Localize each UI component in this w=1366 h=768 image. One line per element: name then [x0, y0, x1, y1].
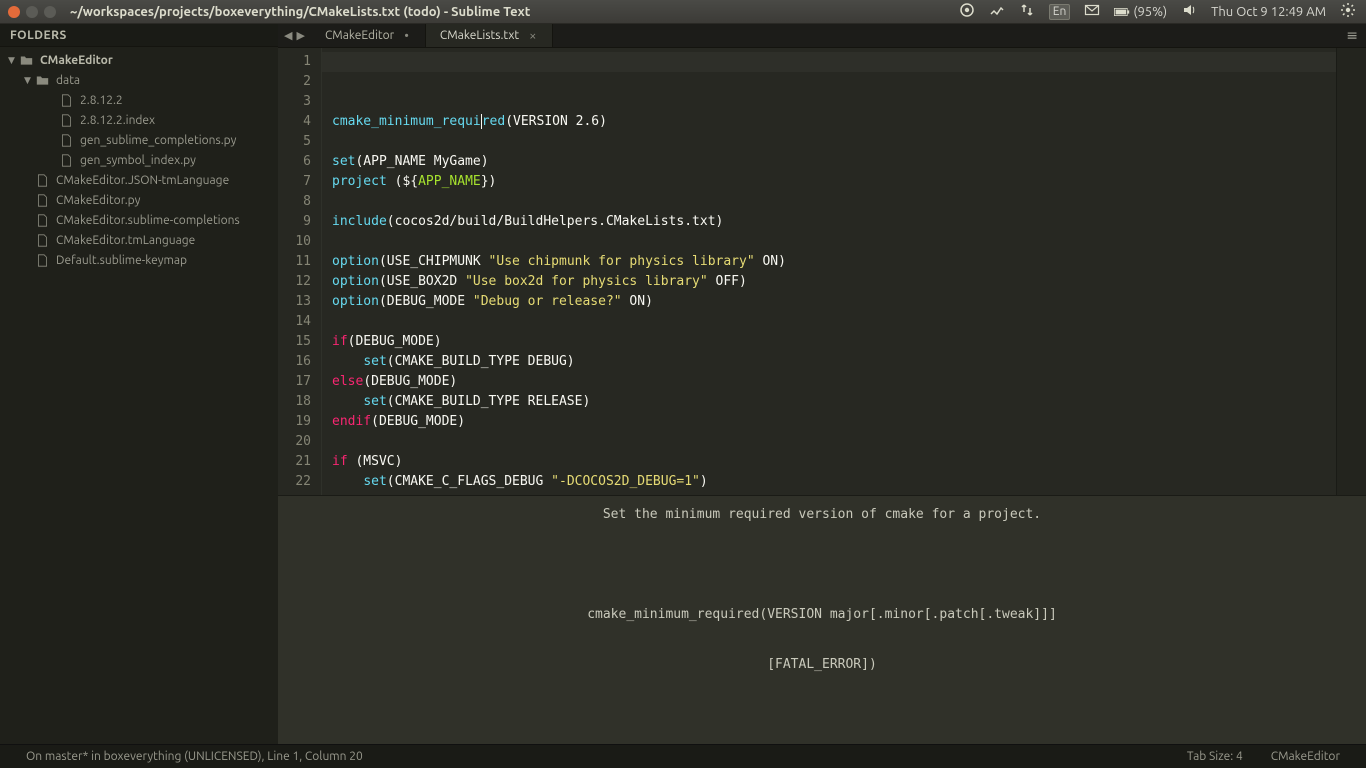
- code-editor[interactable]: 12345678910111213141516171819202122 cmak…: [278, 48, 1366, 495]
- code-line[interactable]: [332, 132, 1336, 152]
- doc-line: [FATAL_ERROR]): [278, 652, 1366, 677]
- dirty-indicator-icon[interactable]: •: [404, 29, 409, 43]
- clock[interactable]: Thu Oct 9 12:49 AM: [1211, 5, 1326, 19]
- file-item[interactable]: CMakeEditor.JSON-tmLanguage: [0, 170, 278, 190]
- tree-label: gen_symbol_index.py: [80, 154, 196, 167]
- disclosure-icon: ▼: [24, 75, 36, 86]
- doc-line: Set the minimum required version of cmak…: [278, 502, 1366, 527]
- file-item[interactable]: Default.sublime-keymap: [0, 250, 278, 270]
- code-line[interactable]: set(CMAKE_C_FLAGS_DEBUG "-DCOCOS2D_DEBUG…: [332, 472, 1336, 492]
- tree-label: 2.8.12.2.index: [80, 114, 155, 127]
- code-line[interactable]: option(USE_CHIPMUNK "Use chipmunk for ph…: [332, 252, 1336, 272]
- file-icon: [36, 174, 52, 187]
- current-line-highlight: [322, 52, 1336, 72]
- system-tray: En (95%) Thu Oct 9 12:49 AM: [949, 2, 1366, 21]
- language-indicator[interactable]: En: [1049, 4, 1071, 20]
- file-item[interactable]: 2.8.12.2.index: [0, 110, 278, 130]
- tree-label: gen_sublime_completions.py: [80, 134, 236, 147]
- file-icon: [60, 94, 76, 107]
- disclosure-icon: ▼: [8, 55, 20, 66]
- status-bar: On master* in boxeverything (UNLICENSED)…: [0, 744, 1366, 768]
- updown-icon[interactable]: [1019, 2, 1035, 21]
- maximize-icon[interactable]: [44, 6, 56, 18]
- window-controls: [0, 6, 64, 18]
- status-left[interactable]: On master* in boxeverything (UNLICENSED)…: [12, 750, 377, 763]
- code-content[interactable]: cmake_minimum_required(VERSION 2.6) set(…: [322, 48, 1336, 495]
- code-line[interactable]: set(CMAKE_BUILD_TYPE DEBUG): [332, 352, 1336, 372]
- line-gutter: 12345678910111213141516171819202122: [278, 48, 322, 495]
- system-menubar: ~/workspaces/projects/boxeverything/CMak…: [0, 0, 1366, 24]
- file-item[interactable]: 2.8.12.2: [0, 90, 278, 110]
- tab-bar: ◀ ▶ CMakeEditor • CMakeLists.txt × ≡: [278, 24, 1366, 48]
- folder-root[interactable]: ▼ CMakeEditor: [0, 50, 278, 70]
- nav-back-icon[interactable]: ◀: [284, 29, 292, 42]
- window-title: ~/workspaces/projects/boxeverything/CMak…: [64, 5, 536, 19]
- close-tab-icon[interactable]: ×: [529, 29, 536, 43]
- battery-icon[interactable]: (95%): [1114, 4, 1167, 20]
- code-line[interactable]: project (${APP_NAME}): [332, 172, 1336, 192]
- sidebar: FOLDERS ▼ CMakeEditor ▼ data2.8.12.2 2.8.12.…: [0, 24, 278, 744]
- mail-icon[interactable]: [1084, 2, 1100, 21]
- tree-label: CMakeEditor.py: [56, 194, 140, 207]
- file-item[interactable]: CMakeEditor.tmLanguage: [0, 230, 278, 250]
- folder-icon: [20, 54, 36, 67]
- folder-data[interactable]: ▼ data: [0, 70, 278, 90]
- volume-icon[interactable]: [1181, 2, 1197, 21]
- file-item[interactable]: CMakeEditor.sublime-completions: [0, 210, 278, 230]
- code-line[interactable]: include(cocos2d/build/BuildHelpers.CMake…: [332, 212, 1336, 232]
- code-line[interactable]: option(USE_BOX2D "Use box2d for physics …: [332, 272, 1336, 292]
- folder-tree: ▼ CMakeEditor ▼ data2.8.12.2 2.8.12.2.index g…: [0, 47, 278, 273]
- tree-label: CMakeEditor.tmLanguage: [56, 234, 195, 247]
- tab-label: CMakeLists.txt: [440, 29, 519, 42]
- tab-cmakelists-txt[interactable]: CMakeLists.txt ×: [426, 24, 554, 47]
- folder-icon: [36, 74, 52, 87]
- tab-cmakeeditor[interactable]: CMakeEditor •: [311, 24, 426, 47]
- chrome-status-icon[interactable]: [959, 2, 975, 21]
- sidebar-header: FOLDERS: [0, 24, 278, 47]
- file-item[interactable]: CMakeEditor.py: [0, 190, 278, 210]
- gear-icon[interactable]: [1340, 2, 1356, 21]
- menu-icon[interactable]: ≡: [1338, 24, 1366, 47]
- tree-label: 2.8.12.2: [80, 94, 123, 107]
- documentation-panel: Set the minimum required version of cmak…: [278, 495, 1366, 744]
- doc-line: cmake_minimum_required(VERSION major[.mi…: [278, 602, 1366, 627]
- tree-label: Default.sublime-keymap: [56, 254, 187, 267]
- file-item[interactable]: gen_sublime_completions.py: [0, 130, 278, 150]
- code-line[interactable]: [332, 312, 1336, 332]
- tree-label: CMakeEditor.JSON-tmLanguage: [56, 174, 229, 187]
- tree-label: CMakeEditor: [40, 54, 113, 67]
- file-icon: [60, 154, 76, 167]
- code-line[interactable]: set(CMAKE_CXX_FLAGS_DEBUG ${CMAKE_C_FLAG…: [332, 492, 1336, 495]
- network-icon[interactable]: [989, 2, 1005, 21]
- code-line[interactable]: set(CMAKE_BUILD_TYPE RELEASE): [332, 392, 1336, 412]
- code-line[interactable]: else(DEBUG_MODE): [332, 372, 1336, 392]
- nav-forward-icon[interactable]: ▶: [296, 29, 304, 42]
- battery-percent: (95%): [1133, 5, 1167, 19]
- minimize-icon[interactable]: [26, 6, 38, 18]
- file-icon: [36, 214, 52, 227]
- minimap[interactable]: [1336, 48, 1366, 495]
- code-line[interactable]: if (MSVC): [332, 452, 1336, 472]
- file-icon: [36, 234, 52, 247]
- file-item[interactable]: gen_symbol_index.py: [0, 150, 278, 170]
- file-icon: [60, 134, 76, 147]
- status-syntax[interactable]: CMakeEditor: [1257, 750, 1354, 763]
- code-line[interactable]: [332, 192, 1336, 212]
- code-line[interactable]: set(APP_NAME MyGame): [332, 152, 1336, 172]
- code-line[interactable]: cmake_minimum_required(VERSION 2.6): [332, 112, 1336, 132]
- file-icon: [36, 254, 52, 267]
- file-icon: [60, 114, 76, 127]
- tree-label: CMakeEditor.sublime-completions: [56, 214, 240, 227]
- tree-label: data: [56, 74, 80, 87]
- code-line[interactable]: [332, 232, 1336, 252]
- code-line[interactable]: [332, 432, 1336, 452]
- nav-history: ◀ ▶: [278, 24, 311, 47]
- status-tab-size[interactable]: Tab Size: 4: [1173, 750, 1257, 763]
- code-line[interactable]: endif(DEBUG_MODE): [332, 412, 1336, 432]
- code-line[interactable]: option(DEBUG_MODE "Debug or release?" ON…: [332, 292, 1336, 312]
- tab-label: CMakeEditor: [325, 29, 394, 42]
- close-icon[interactable]: [8, 6, 20, 18]
- file-icon: [36, 194, 52, 207]
- code-line[interactable]: if(DEBUG_MODE): [332, 332, 1336, 352]
